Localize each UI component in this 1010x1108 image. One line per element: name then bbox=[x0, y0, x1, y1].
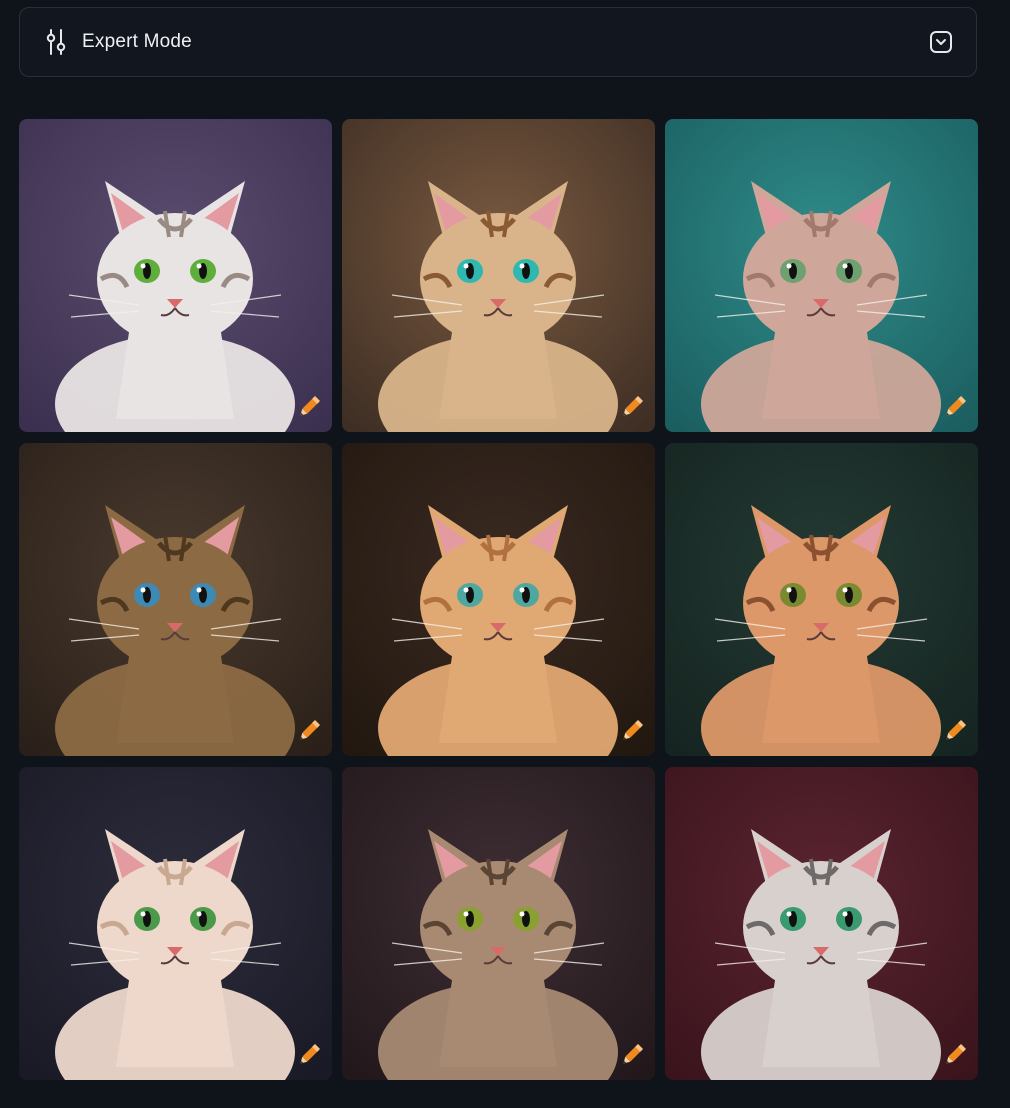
edit-image-button[interactable] bbox=[617, 716, 647, 746]
gallery-image[interactable] bbox=[19, 443, 332, 756]
gallery-image[interactable] bbox=[342, 119, 655, 432]
cat-illustration bbox=[342, 119, 655, 432]
gallery-image[interactable] bbox=[342, 443, 655, 756]
edit-image-button[interactable] bbox=[940, 1040, 970, 1070]
edit-image-button[interactable] bbox=[617, 392, 647, 422]
expert-mode-panel[interactable]: Expert Mode bbox=[19, 7, 977, 77]
pencil-icon bbox=[300, 396, 320, 416]
pencil-icon bbox=[946, 720, 966, 740]
image-gallery bbox=[19, 119, 979, 1080]
gallery-image[interactable] bbox=[19, 119, 332, 432]
edit-image-button[interactable] bbox=[294, 1040, 324, 1070]
cat-illustration bbox=[665, 119, 978, 432]
sliders-icon bbox=[44, 28, 68, 56]
pencil-icon bbox=[946, 1044, 966, 1064]
cat-illustration bbox=[19, 767, 332, 1080]
expert-mode-toggle-button[interactable] bbox=[928, 29, 954, 55]
pencil-icon bbox=[623, 720, 643, 740]
edit-image-button[interactable] bbox=[940, 392, 970, 422]
gallery-image[interactable] bbox=[19, 767, 332, 1080]
edit-image-button[interactable] bbox=[940, 716, 970, 746]
cat-illustration bbox=[665, 767, 978, 1080]
gallery-image[interactable] bbox=[342, 767, 655, 1080]
gallery-image[interactable] bbox=[665, 767, 978, 1080]
cat-illustration bbox=[19, 119, 332, 432]
pencil-icon bbox=[300, 1044, 320, 1064]
cat-illustration bbox=[19, 443, 332, 756]
cat-illustration bbox=[342, 443, 655, 756]
edit-image-button[interactable] bbox=[617, 1040, 647, 1070]
pencil-icon bbox=[300, 720, 320, 740]
gallery-image[interactable] bbox=[665, 119, 978, 432]
chevron-down-icon bbox=[930, 31, 952, 53]
pencil-icon bbox=[946, 396, 966, 416]
cat-illustration bbox=[665, 443, 978, 756]
edit-image-button[interactable] bbox=[294, 392, 324, 422]
pencil-icon bbox=[623, 396, 643, 416]
edit-image-button[interactable] bbox=[294, 716, 324, 746]
cat-illustration bbox=[342, 767, 655, 1080]
expert-mode-label: Expert Mode bbox=[82, 31, 192, 52]
gallery-image[interactable] bbox=[665, 443, 978, 756]
pencil-icon bbox=[623, 1044, 643, 1064]
